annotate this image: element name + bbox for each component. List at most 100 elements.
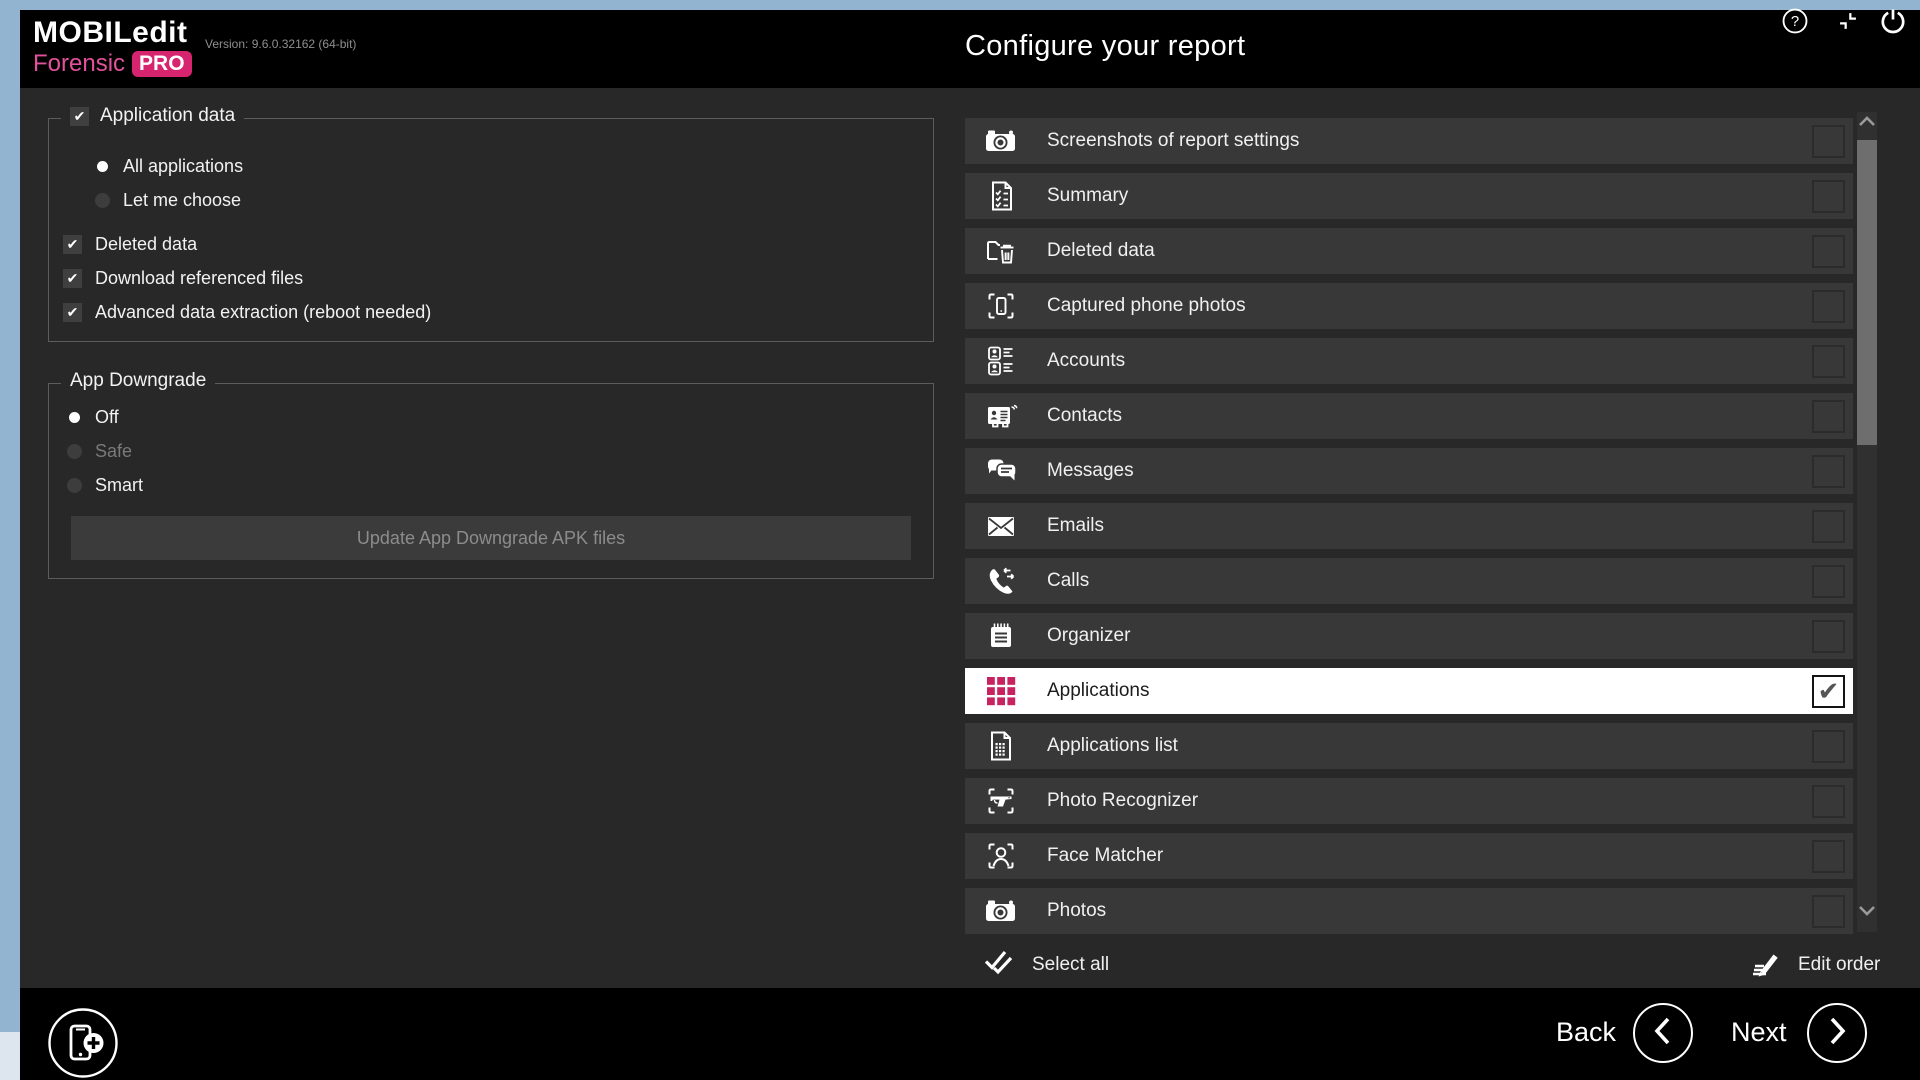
app-grid-icon (981, 674, 1021, 708)
scrollbar-up-icon[interactable] (1857, 112, 1877, 132)
scrollbar-thumb[interactable] (1857, 140, 1877, 445)
report-item-label: Face Matcher (1047, 845, 1812, 867)
radio-smart[interactable]: Smart (49, 468, 933, 502)
report-item-label: Deleted data (1047, 240, 1812, 262)
report-item-label: Applications (1047, 680, 1812, 702)
radio-off[interactable]: Off (49, 400, 933, 434)
report-item-photos[interactable]: Photos (965, 888, 1853, 934)
contacts-icon (981, 399, 1021, 433)
app-downgrade-legend: App Downgrade (61, 370, 215, 392)
report-item-accounts[interactable]: Accounts (965, 338, 1853, 384)
radio-let-me-choose[interactable]: Let me choose (49, 183, 933, 217)
page-title: Configure your report (965, 30, 1245, 63)
radio-all-applications-label: All applications (123, 156, 243, 177)
checkbox-deleted-data-label: Deleted data (95, 234, 197, 255)
application-data-group: Application data All applications Let me… (48, 118, 934, 342)
radio-smart-label: Smart (95, 475, 143, 496)
report-item-checkbox[interactable] (1812, 510, 1845, 543)
radio-dot-selected (69, 412, 80, 423)
report-item-checkbox[interactable] (1812, 125, 1845, 158)
report-item-checkbox[interactable] (1812, 400, 1845, 433)
connect-phone-button[interactable] (46, 1006, 120, 1080)
radio-let-me-choose-label: Let me choose (123, 190, 241, 211)
checkbox-advanced-data-extraction[interactable]: Advanced data extraction (reboot needed) (49, 295, 933, 329)
application-data-legend[interactable]: Application data (61, 105, 244, 127)
checkbox-icon (63, 303, 82, 322)
app-logo: MOBILedit Forensic PRO (33, 18, 192, 77)
report-item-screenshots-of-report-settings[interactable]: Screenshots of report settings (965, 118, 1853, 164)
radio-safe-label: Safe (95, 441, 132, 462)
envelope-icon (981, 509, 1021, 543)
report-item-checkbox[interactable] (1812, 840, 1845, 873)
report-item-checkbox[interactable] (1812, 455, 1845, 488)
next-button[interactable] (1807, 1003, 1867, 1063)
checkbox-advanced-data-extraction-label: Advanced data extraction (reboot needed) (95, 302, 431, 323)
report-item-checkbox[interactable] (1812, 730, 1845, 763)
report-item-label: Messages (1047, 460, 1812, 482)
report-item-label: Accounts (1047, 350, 1812, 372)
select-all-button[interactable]: Select all (982, 942, 1109, 988)
folder-trash-icon (981, 234, 1021, 268)
app-list-doc-icon (981, 729, 1021, 763)
logo-pro-badge: PRO (132, 51, 192, 77)
report-item-messages[interactable]: Messages (965, 448, 1853, 494)
phone-calls-icon (981, 564, 1021, 598)
radio-dot-unselected (67, 444, 82, 459)
report-item-organizer[interactable]: Organizer (965, 613, 1853, 659)
radio-safe[interactable]: Safe (49, 434, 933, 468)
app-downgrade-group: App Downgrade Off Safe Smart Update App … (48, 383, 934, 579)
help-icon[interactable]: ? (1780, 6, 1810, 36)
face-capture-icon (981, 839, 1021, 873)
report-item-checkbox[interactable] (1812, 565, 1845, 598)
app-window: MOBILedit Forensic PRO Version: 9.6.0.32… (0, 0, 1920, 1080)
gun-capture-icon (981, 784, 1021, 818)
checkbox-download-referenced-files[interactable]: Download referenced files (49, 261, 933, 295)
camera-icon (981, 124, 1021, 158)
next-button-label[interactable]: Next (1731, 1017, 1787, 1048)
update-apk-button[interactable]: Update App Downgrade APK files (71, 516, 911, 560)
radio-all-applications[interactable]: All applications (49, 149, 933, 183)
report-item-photo-recognizer[interactable]: Photo Recognizer (965, 778, 1853, 824)
report-item-deleted-data[interactable]: Deleted data (965, 228, 1853, 274)
application-data-label: Application data (100, 105, 235, 127)
phone-capture-icon (981, 289, 1021, 323)
report-item-applications-list[interactable]: Applications list (965, 723, 1853, 769)
app-downgrade-label: App Downgrade (70, 370, 206, 392)
report-item-contacts[interactable]: Contacts (965, 393, 1853, 439)
report-item-checkbox[interactable] (1812, 345, 1845, 378)
summary-doc-icon (981, 179, 1021, 213)
radio-dot-selected (97, 161, 108, 172)
report-item-captured-phone-photos[interactable]: Captured phone photos (965, 283, 1853, 329)
svg-text:?: ? (1791, 13, 1799, 30)
edit-order-button[interactable]: Edit order (1748, 942, 1880, 988)
report-item-checkbox[interactable] (1812, 895, 1845, 928)
report-item-label: Screenshots of report settings (1047, 130, 1812, 152)
power-icon[interactable] (1878, 6, 1908, 36)
report-item-label: Applications list (1047, 735, 1812, 757)
report-item-checkbox[interactable] (1812, 180, 1845, 213)
report-item-calls[interactable]: Calls (965, 558, 1853, 604)
scrollbar-down-icon[interactable] (1857, 900, 1877, 920)
report-item-summary[interactable]: Summary (965, 173, 1853, 219)
checkbox-icon (63, 269, 82, 288)
chevron-right-icon (1825, 1015, 1849, 1052)
checkbox-deleted-data[interactable]: Deleted data (49, 227, 933, 261)
report-item-checkbox[interactable] (1812, 290, 1845, 323)
logo-forensic: Forensic (33, 52, 125, 76)
back-button[interactable] (1633, 1003, 1693, 1063)
report-item-emails[interactable]: Emails (965, 503, 1853, 549)
window-frame-left (0, 10, 20, 1032)
report-item-checkbox[interactable] (1812, 620, 1845, 653)
restore-icon[interactable] (1833, 6, 1863, 36)
select-all-label: Select all (1032, 954, 1109, 976)
report-item-checkbox[interactable]: ✔ (1812, 675, 1845, 708)
report-item-checkbox[interactable] (1812, 785, 1845, 818)
window-frame-top (0, 0, 1920, 10)
report-item-face-matcher[interactable]: Face Matcher (965, 833, 1853, 879)
radio-dot-unselected (67, 478, 82, 493)
report-item-applications[interactable]: Applications✔ (965, 668, 1853, 714)
report-item-label: Calls (1047, 570, 1812, 592)
report-item-checkbox[interactable] (1812, 235, 1845, 268)
application-data-checkbox[interactable] (70, 107, 89, 126)
back-button-label[interactable]: Back (1556, 1017, 1616, 1048)
